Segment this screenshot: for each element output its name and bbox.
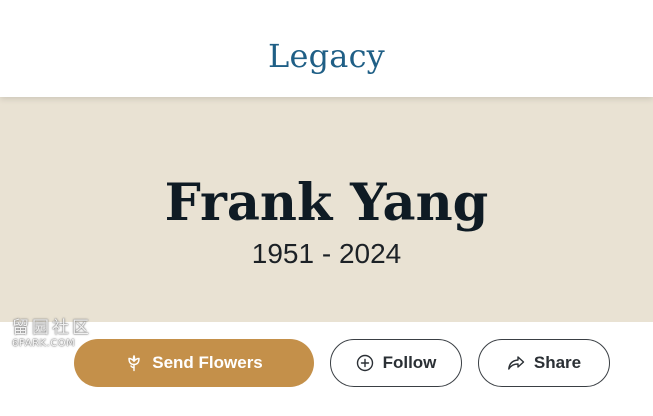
send-flowers-button[interactable]: Send Flowers	[74, 339, 314, 387]
follow-label: Follow	[382, 353, 437, 372]
plus-circle-icon	[356, 354, 374, 372]
share-arrow-icon	[507, 354, 525, 372]
obituary-page: Legacy Frank Yang 1951 - 2024 留园社区 6PARK…	[0, 0, 653, 416]
life-years: 1951 - 2024	[251, 238, 402, 269]
person-name: Frank Yang	[164, 173, 489, 233]
legacy-logo[interactable]: Legacy	[268, 37, 385, 75]
share-label: Share	[533, 353, 582, 372]
site-header: Legacy	[0, 0, 653, 97]
follow-button[interactable]: Follow	[330, 339, 462, 387]
send-flowers-label: Send Flowers	[152, 353, 263, 372]
obituary-hero: Frank Yang 1951 - 2024	[0, 97, 653, 322]
share-button[interactable]: Share	[478, 339, 610, 387]
flower-icon	[125, 354, 143, 372]
